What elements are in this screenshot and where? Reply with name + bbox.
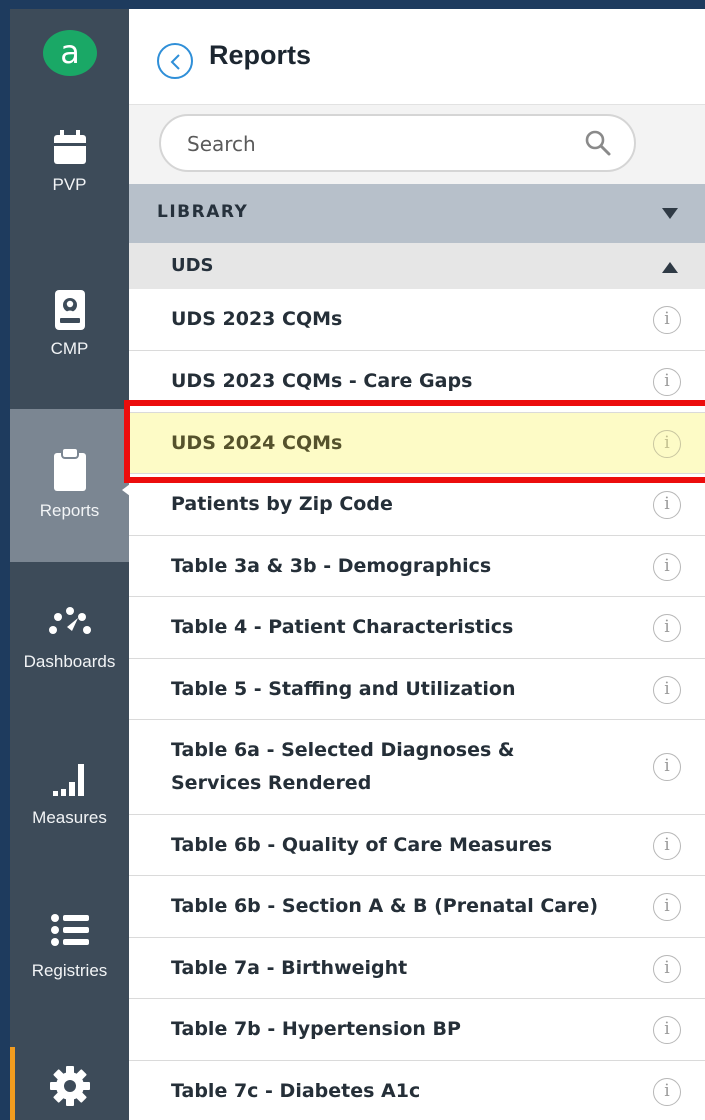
- search-input[interactable]: [187, 130, 567, 158]
- nav-item-measures[interactable]: Measures: [10, 760, 129, 850]
- page-title: Reports: [209, 40, 312, 70]
- report-item[interactable]: Patients by Zip Code i: [129, 474, 705, 536]
- chevron-left-icon: [170, 54, 180, 70]
- nav-item-reports[interactable]: Reports: [10, 409, 130, 562]
- clipboard-icon: [53, 447, 86, 491]
- nav-item-dashboards[interactable]: Dashboards: [10, 604, 129, 694]
- info-icon[interactable]: i: [653, 553, 681, 581]
- info-icon[interactable]: i: [653, 1016, 681, 1044]
- report-item[interactable]: Table 3a & 3b - Demographics i: [129, 536, 705, 597]
- report-label: Table 6b - Quality of Care Measures: [171, 834, 553, 856]
- report-label: UDS 2024 CQMs: [171, 432, 343, 454]
- gear-icon: [49, 1066, 90, 1106]
- info-icon[interactable]: i: [653, 832, 681, 860]
- info-icon[interactable]: i: [653, 368, 681, 396]
- gauge-icon: [48, 607, 91, 634]
- nav-item-registries[interactable]: Registries: [10, 911, 129, 1001]
- info-icon[interactable]: i: [653, 1078, 681, 1106]
- report-label: Table 7b - Hypertension BP: [171, 1018, 461, 1040]
- info-icon[interactable]: i: [653, 893, 681, 921]
- report-label: UDS 2023 CQMs: [171, 308, 343, 330]
- nav-label: CMP: [50, 339, 89, 358]
- nav-item-settings[interactable]: [10, 1065, 129, 1115]
- app-logo[interactable]: a: [43, 30, 97, 76]
- report-item[interactable]: Table 6b - Section A & B (Prenatal Care)…: [129, 876, 705, 938]
- report-item[interactable]: UDS 2023 CQMs - Care Gaps i: [129, 351, 705, 413]
- group-label: UDS: [171, 255, 214, 276]
- uds-group-header[interactable]: UDS: [129, 243, 705, 289]
- info-icon[interactable]: i: [653, 676, 681, 704]
- panel-header: Reports: [129, 9, 705, 105]
- search-icon[interactable]: [584, 129, 612, 157]
- report-label: Table 6a - Selected Diagnoses & Services…: [171, 739, 515, 794]
- report-list: UDS 2023 CQMs i UDS 2023 CQMs - Care Gap…: [129, 289, 705, 1120]
- nav-label: Dashboards: [23, 652, 116, 671]
- report-label: Table 3a & 3b - Demographics: [171, 555, 492, 577]
- info-icon[interactable]: i: [653, 614, 681, 642]
- report-label: Table 6b - Section A & B (Prenatal Care): [171, 895, 599, 917]
- nav-item-pvp[interactable]: PVP: [10, 128, 129, 218]
- report-label: Table 7c - Diabetes A1c: [171, 1080, 421, 1102]
- report-item[interactable]: Table 7a - Birthweight i: [129, 938, 705, 999]
- calendar-icon: [53, 130, 86, 164]
- badge-icon: [54, 290, 85, 330]
- signal-bars-icon: [52, 764, 84, 796]
- list-icon: [50, 914, 89, 946]
- caret-down-icon: [662, 208, 678, 219]
- info-icon[interactable]: i: [653, 491, 681, 519]
- report-item-selected[interactable]: UDS 2024 CQMs i: [129, 413, 705, 474]
- report-item[interactable]: Table 5 - Staffing and Utilization i: [129, 659, 705, 720]
- report-item[interactable]: Table 4 - Patient Characteristics i: [129, 597, 705, 659]
- nav-label: Registries: [31, 961, 108, 980]
- report-label: Table 5 - Staffing and Utilization: [171, 678, 516, 700]
- library-label: LIBRARY: [157, 202, 249, 222]
- report-item[interactable]: UDS 2023 CQMs i: [129, 289, 705, 351]
- report-label: Patients by Zip Code: [171, 493, 393, 515]
- report-item[interactable]: Table 7c - Diabetes A1c i: [129, 1061, 705, 1120]
- report-item[interactable]: Table 7b - Hypertension BP i: [129, 999, 705, 1061]
- search-bar: [129, 105, 705, 184]
- info-icon[interactable]: i: [653, 306, 681, 334]
- search-box: [159, 114, 636, 172]
- nav-label: Reports: [39, 501, 100, 520]
- caret-up-icon: [662, 262, 678, 273]
- back-button[interactable]: [157, 43, 193, 79]
- reports-panel: Reports LIBRARY UDS UDS 2023 CQMs i UDS …: [129, 9, 705, 1120]
- nav-item-cmp[interactable]: CMP: [10, 288, 129, 378]
- report-item[interactable]: Table 6a - Selected Diagnoses & Services…: [129, 720, 705, 815]
- info-icon[interactable]: i: [653, 753, 681, 781]
- report-label: Table 7a - Birthweight: [171, 957, 408, 979]
- info-icon[interactable]: i: [653, 430, 681, 458]
- info-icon[interactable]: i: [653, 955, 681, 983]
- nav-label: Measures: [32, 808, 107, 827]
- report-label: UDS 2023 CQMs - Care Gaps: [171, 370, 473, 392]
- report-label: Table 4 - Patient Characteristics: [171, 616, 514, 638]
- report-item[interactable]: Table 6b - Quality of Care Measures i: [129, 815, 705, 876]
- nav-label: PVP: [52, 175, 87, 194]
- library-section-header[interactable]: LIBRARY: [129, 184, 705, 243]
